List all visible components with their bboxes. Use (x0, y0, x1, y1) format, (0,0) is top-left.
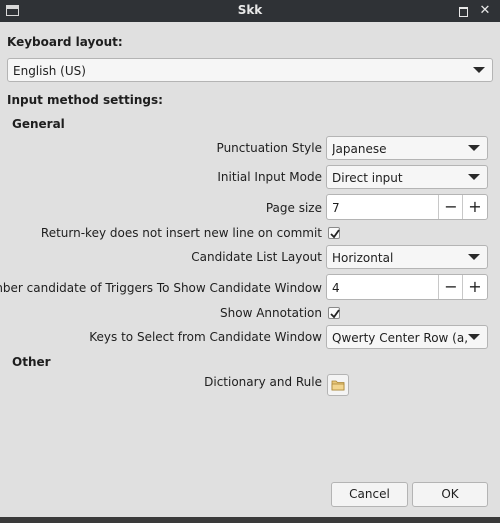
punctuation-style-label: Punctuation Style (216, 141, 322, 155)
number-candidate-label: Number candidate of Triggers To Show Can… (0, 281, 322, 295)
increment-button[interactable]: + (462, 275, 487, 299)
ok-button[interactable]: OK (412, 482, 488, 507)
number-candidate-spinbox[interactable]: 4 − + (326, 274, 488, 300)
cancel-button[interactable]: Cancel (331, 482, 408, 507)
decrement-button[interactable]: − (438, 195, 463, 219)
keys-to-select-select[interactable]: Qwerty Center Row (a,s,d,...) (326, 325, 488, 349)
initial-input-mode-value: Direct input (332, 171, 403, 185)
increment-button[interactable]: + (462, 195, 487, 219)
page-size-value: 7 (332, 201, 340, 215)
punctuation-style-select[interactable]: Japanese (326, 136, 488, 160)
checkmark-icon (330, 229, 340, 239)
page-size-label: Page size (265, 201, 322, 215)
window-title: Skk (237, 3, 263, 17)
return-key-checkbox[interactable] (328, 227, 340, 239)
page-size-spinbox[interactable]: 7 − + (326, 194, 488, 220)
general-section-heading: General (12, 117, 65, 131)
decrement-button[interactable]: − (438, 275, 463, 299)
dictionary-and-rule-button[interactable] (327, 374, 349, 396)
return-key-label: Return-key does not insert new line on c… (40, 226, 322, 240)
window-bottom-border (0, 517, 500, 523)
chevron-down-icon (468, 254, 480, 260)
number-candidate-value: 4 (332, 281, 340, 295)
punctuation-style-value: Japanese (332, 142, 387, 156)
keyboard-layout-value: English (US) (13, 64, 86, 78)
chevron-down-icon (468, 334, 480, 340)
candidate-list-layout-value: Horizontal (332, 251, 394, 265)
keys-to-select-label: Keys to Select from Candidate Window (89, 330, 322, 344)
keyboard-layout-select[interactable]: English (US) (7, 58, 493, 82)
other-section-heading: Other (12, 355, 51, 369)
input-method-settings-heading: Input method settings: (7, 93, 163, 107)
checkmark-icon (330, 309, 340, 319)
dialog-body: Keyboard layout: English (US) Input meth… (0, 22, 500, 517)
chevron-down-icon (468, 145, 480, 151)
chevron-down-icon (468, 174, 480, 180)
candidate-list-layout-label: Candidate List Layout (191, 250, 322, 264)
show-annotation-label: Show Annotation (220, 306, 322, 320)
window-titlebar: Skk ✕ (0, 0, 500, 22)
maximize-icon[interactable] (456, 4, 470, 18)
keys-to-select-value: Qwerty Center Row (a,s,d,...) (332, 331, 468, 345)
initial-input-mode-label: Initial Input Mode (217, 170, 322, 184)
candidate-list-layout-select[interactable]: Horizontal (326, 245, 488, 269)
initial-input-mode-select[interactable]: Direct input (326, 165, 488, 189)
close-icon[interactable]: ✕ (478, 4, 492, 18)
dictionary-and-rule-label: Dictionary and Rule (204, 375, 322, 389)
chevron-down-icon (473, 67, 485, 73)
folder-icon (331, 380, 345, 391)
show-annotation-checkbox[interactable] (328, 307, 340, 319)
keyboard-layout-label: Keyboard layout: (7, 35, 123, 49)
